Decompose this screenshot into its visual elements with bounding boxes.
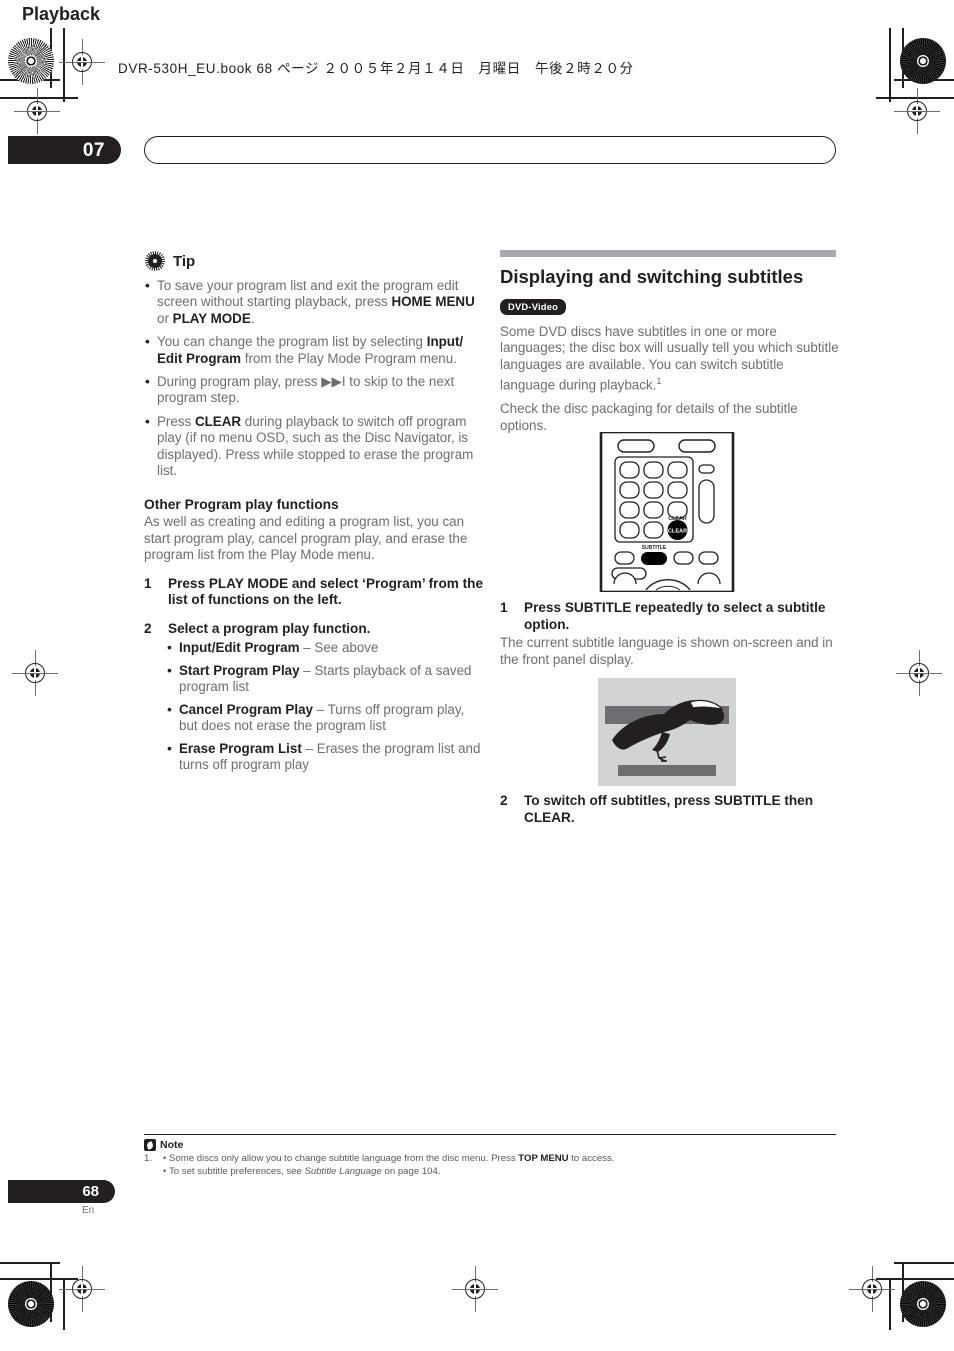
step-1-number: 1 — [144, 575, 152, 591]
status-badge: DVD-Video — [500, 299, 567, 315]
note-divider — [144, 1134, 836, 1136]
book-file-header: DVR-530H_EU.book 68 ページ ２００５年２月１４日 月曜日 午… — [118, 61, 634, 76]
page-number-tab: 68 — [8, 1180, 115, 1203]
note-bullet: • — [162, 1166, 167, 1177]
gear-icon — [144, 250, 166, 272]
section-intro-paragraph: Some DVD discs have subtitles in one or … — [500, 324, 840, 394]
page-number: 68 — [82, 1183, 99, 1200]
crop-line-top-right-v2 — [889, 28, 891, 102]
step-1: 1 Press PLAY MODE and select ‘Program’ f… — [144, 576, 484, 609]
list-item: During program play, press ▶▶I to skip t… — [144, 373, 484, 407]
list-item: • To set subtitle preferences, see Subti… — [144, 1165, 844, 1178]
section-title: Displaying and switching subtitles — [500, 266, 804, 287]
print-resolution-target-bottom-right — [900, 1281, 946, 1327]
tip-bullet-list: To save your program list and exit the p… — [144, 277, 484, 480]
list-item: You can change the program list by selec… — [144, 333, 484, 367]
svg-text:CLEAR: CLEAR — [668, 528, 687, 534]
right-column-step2: 2 To switch off subtitles, press SUBTITL… — [500, 793, 840, 828]
section-rule — [500, 250, 836, 257]
crop-line-bottom-right-v2 — [889, 1278, 891, 1330]
step-2-text: Select a program play function. — [168, 620, 371, 636]
note-marker: 1. — [144, 1153, 153, 1164]
tip-label: Tip — [173, 252, 196, 270]
note-list: 1. • Some discs only allow you to change… — [144, 1152, 844, 1178]
section-second-paragraph: Check the disc packaging for details of … — [500, 401, 798, 433]
step-2: 2 Select a program play function. — [144, 621, 484, 638]
right-column: Displaying and switching subtitles DVD-V… — [500, 250, 840, 444]
print-resolution-target-bottom-left — [8, 1281, 54, 1327]
registration-mark-top-right — [894, 88, 940, 134]
right-column-steps: 1 Press SUBTITLE repeatedly to select a … — [500, 600, 840, 678]
note-header: Note — [144, 1139, 183, 1151]
remote-control-illustration: CLEAR CLEAR SUBTITLE — [598, 430, 736, 594]
chapter-title-pill — [144, 136, 836, 164]
note-label: Note — [160, 1139, 184, 1151]
step-2-number: 2 — [144, 620, 152, 636]
subtitle-step-2-text: To switch off subtitles, press SUBTITLE … — [524, 793, 814, 825]
page-title: Playback — [22, 4, 101, 24]
note-text: Some discs only allow you to change subt… — [169, 1153, 615, 1164]
subtitle-step-2: 2 To switch off subtitles, press SUBTITL… — [500, 793, 840, 826]
other-functions-heading: Other Program play functions — [144, 497, 339, 513]
svg-text:SUBTITLE: SUBTITLE — [642, 545, 667, 551]
list-item: Cancel Program Play – Turns off program … — [166, 701, 484, 735]
page-language: En — [82, 1205, 95, 1216]
registration-mark-top-left-lower — [14, 88, 60, 134]
other-functions-intro: As well as creating and editing a progra… — [144, 514, 468, 563]
subtitle-step-1: 1 Press SUBTITLE repeatedly to select a … — [500, 600, 840, 633]
footnote-marker: 1 — [656, 376, 662, 387]
subtitle-step-2-number: 2 — [500, 793, 508, 808]
list-item: To save your program list and exit the p… — [144, 277, 484, 327]
print-resolution-target-top-left — [8, 38, 54, 84]
subtitle-step-1-text: Press SUBTITLE repeatedly to select a su… — [524, 600, 826, 632]
note-text: To set subtitle preferences, see Subtitl… — [169, 1166, 441, 1177]
list-item: Press CLEAR during playback to switch of… — [144, 413, 484, 480]
subtitle-step-1-body: The current subtitle language is shown o… — [500, 635, 833, 667]
registration-mark-mid-left — [12, 650, 58, 696]
note-marker — [144, 1165, 160, 1178]
print-resolution-target-top-right — [900, 38, 946, 84]
list-item: Input/Edit Program – See above — [166, 639, 484, 656]
list-item: Start Program Play – Starts playback of … — [166, 662, 484, 696]
step-1-text: Press PLAY MODE and select ‘Program’ fro… — [168, 575, 484, 608]
registration-mark-bottom-right — [849, 1266, 895, 1312]
registration-mark-bottom-center — [452, 1266, 498, 1312]
registration-mark-top-left — [59, 39, 105, 85]
note-icon — [144, 1139, 156, 1151]
tip-header: Tip — [144, 250, 484, 272]
list-item: 1. • Some discs only allow you to change… — [144, 1152, 844, 1165]
registration-mark-bottom-left — [59, 1266, 105, 1312]
list-item: Erase Program List – Erases the program … — [166, 740, 484, 774]
registration-mark-mid-right — [896, 650, 942, 696]
chapter-number: 07 — [82, 140, 105, 161]
section-intro-text: Some DVD discs have subtitles in one or … — [500, 324, 839, 393]
chapter-number-tab: 07 — [8, 136, 121, 164]
left-column: Tip To save your program list and exit t… — [144, 250, 484, 779]
subtitle-step-1-number: 1 — [500, 600, 508, 615]
note-bullet: • — [162, 1153, 167, 1164]
subtitle-screen-illustration — [598, 678, 736, 786]
program-options-list: Input/Edit Program – See above Start Pro… — [144, 639, 484, 774]
